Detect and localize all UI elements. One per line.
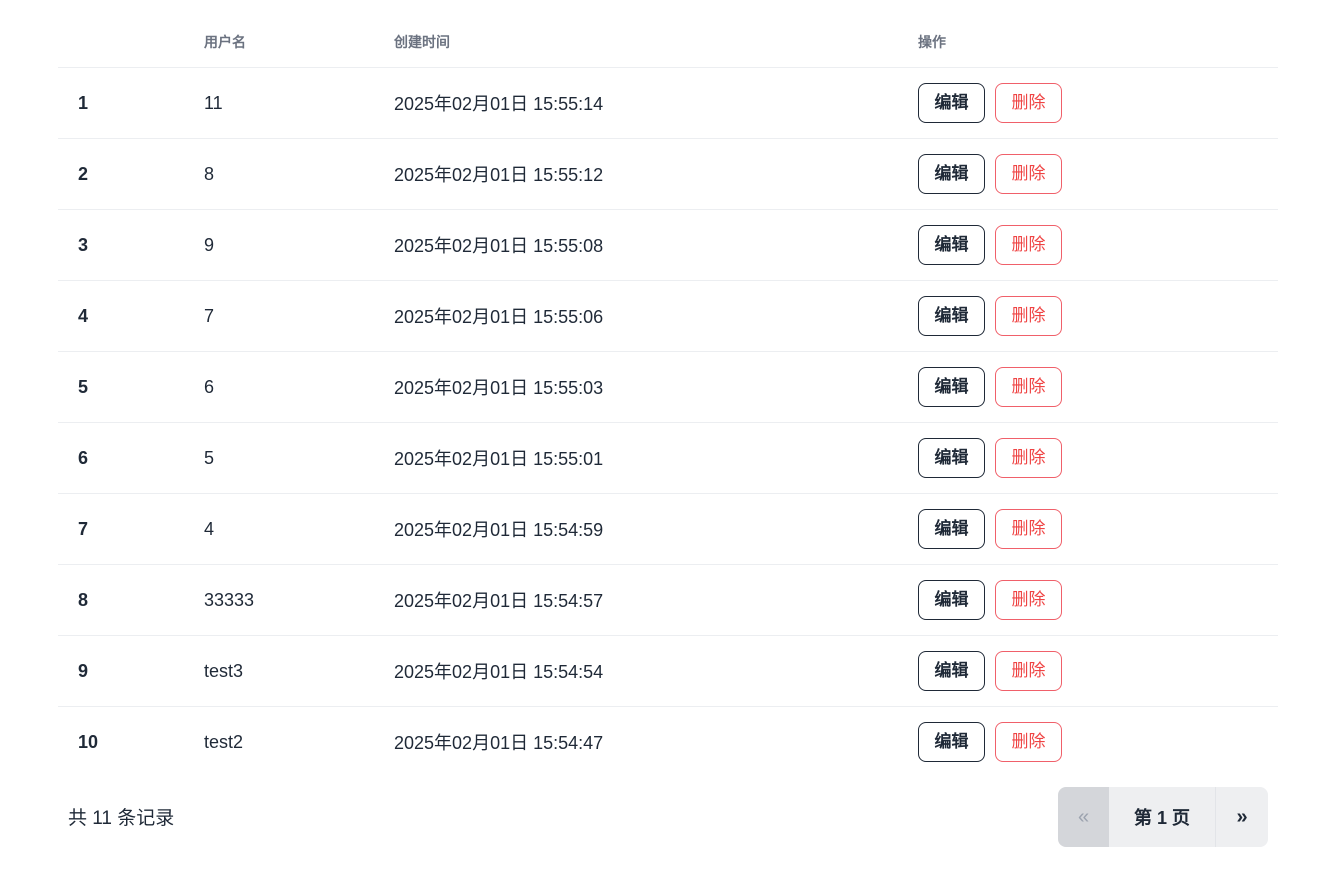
row-created-at: 2025年02月01日 15:55:08 <box>394 209 918 281</box>
row-actions: 编辑 删除 <box>918 493 1278 565</box>
table-row: 6 5 2025年02月01日 15:55:01 编辑 删除 <box>58 422 1278 494</box>
header-index <box>58 16 204 68</box>
row-actions: 编辑 删除 <box>918 138 1278 210</box>
table-row: 10 test2 2025年02月01日 15:54:47 编辑 删除 <box>58 707 1278 778</box>
current-page-indicator: 第 1 页 <box>1109 787 1216 847</box>
prev-page-button[interactable]: « <box>1058 787 1109 847</box>
row-actions: 编辑 删除 <box>918 67 1278 139</box>
pagination: « 第 1 页 » <box>1058 787 1268 847</box>
row-created-at: 2025年02月01日 15:55:14 <box>394 67 918 139</box>
row-index: 5 <box>58 351 204 423</box>
delete-button[interactable]: 删除 <box>995 296 1062 336</box>
delete-button[interactable]: 删除 <box>995 580 1062 620</box>
delete-button[interactable]: 删除 <box>995 509 1062 549</box>
total-records: 共 11 条记录 <box>68 808 175 829</box>
table-row: 3 9 2025年02月01日 15:55:08 编辑 删除 <box>58 209 1278 281</box>
row-username: test2 <box>204 731 244 752</box>
row-actions: 编辑 删除 <box>918 635 1278 707</box>
edit-button[interactable]: 编辑 <box>918 722 985 762</box>
edit-button[interactable]: 编辑 <box>918 154 985 194</box>
delete-button[interactable]: 删除 <box>995 438 1062 478</box>
row-index: 10 <box>78 731 99 752</box>
row-username: 4 <box>204 493 394 565</box>
row-username: 7 <box>204 280 394 352</box>
table-row: 4 7 2025年02月01日 15:55:06 编辑 删除 <box>58 280 1278 352</box>
row-actions: 编辑 删除 <box>918 209 1278 281</box>
edit-button[interactable]: 编辑 <box>918 580 985 620</box>
row-created-at: 2025年02月01日 15:54:59 <box>394 493 918 565</box>
table-row: 7 4 2025年02月01日 15:54:59 编辑 删除 <box>58 493 1278 565</box>
row-actions: 编辑 删除 <box>918 351 1278 423</box>
delete-button[interactable]: 删除 <box>995 367 1062 407</box>
delete-button[interactable]: 删除 <box>995 225 1062 265</box>
delete-button[interactable]: 删除 <box>995 651 1062 691</box>
table-body: 1 11 2025年02月01日 15:55:14 编辑 删除 2 8 2025年02月01日… <box>58 67 1278 778</box>
row-index: 2 <box>58 138 204 210</box>
user-table: 用户名 创建时间 操作 1 11 2025年02月01日 15:55:14 编辑 删除 2… <box>58 16 1278 777</box>
row-username: 33333 <box>204 564 394 636</box>
row-index: 6 <box>58 422 204 494</box>
row-created-at: 2025年02月01日 15:55:06 <box>394 280 918 352</box>
edit-button[interactable]: 编辑 <box>918 225 985 265</box>
next-page-button[interactable]: » <box>1216 787 1268 847</box>
row-username: 8 <box>204 138 394 210</box>
header-actions: 操作 <box>918 16 1278 68</box>
row-index: 3 <box>58 209 204 281</box>
table-header: 用户名 创建时间 操作 <box>58 16 1278 68</box>
row-created-at: 2025年02月01日 15:54:57 <box>394 564 918 636</box>
header-created-at: 创建时间 <box>394 16 918 68</box>
row-actions: 编辑 删除 <box>918 707 1278 778</box>
edit-button[interactable]: 编辑 <box>918 438 985 478</box>
table-row: 5 6 2025年02月01日 15:55:03 编辑 删除 <box>58 351 1278 423</box>
edit-button[interactable]: 编辑 <box>918 367 985 407</box>
table-row: 8 33333 2025年02月01日 15:54:57 编辑 删除 <box>58 564 1278 636</box>
row-created-at: 2025年02月01日 15:54:47 <box>394 733 604 753</box>
row-index: 7 <box>58 493 204 565</box>
row-username: 5 <box>204 422 394 494</box>
row-username: 6 <box>204 351 394 423</box>
edit-button[interactable]: 编辑 <box>918 296 985 336</box>
row-created-at: 2025年02月01日 15:55:03 <box>394 351 918 423</box>
row-created-at: 2025年02月01日 15:55:12 <box>394 138 918 210</box>
table-row: 2 8 2025年02月01日 15:55:12 编辑 删除 <box>58 138 1278 210</box>
edit-button[interactable]: 编辑 <box>918 651 985 691</box>
row-username: test3 <box>204 635 394 707</box>
row-index: 1 <box>58 67 204 139</box>
delete-button[interactable]: 删除 <box>995 722 1062 762</box>
user-table-container: 用户名 创建时间 操作 1 11 2025年02月01日 15:55:14 编辑 删除 2… <box>58 16 1278 777</box>
delete-button[interactable]: 删除 <box>995 83 1062 123</box>
table-header-row: 用户名 创建时间 操作 <box>58 16 1278 68</box>
table-footer: 共 11 条记录 « 第 1 页 » <box>58 787 1268 847</box>
table-row: 9 test3 2025年02月01日 15:54:54 编辑 删除 <box>58 635 1278 707</box>
row-actions: 编辑 删除 <box>918 422 1278 494</box>
row-index: 9 <box>58 635 204 707</box>
table-row: 1 11 2025年02月01日 15:55:14 编辑 删除 <box>58 67 1278 139</box>
row-created-at: 2025年02月01日 15:55:01 <box>394 422 918 494</box>
row-index: 4 <box>58 280 204 352</box>
row-actions: 编辑 删除 <box>918 564 1278 636</box>
delete-button[interactable]: 删除 <box>995 154 1062 194</box>
row-actions: 编辑 删除 <box>918 280 1278 352</box>
header-username: 用户名 <box>204 16 394 68</box>
row-index: 8 <box>58 564 204 636</box>
edit-button[interactable]: 编辑 <box>918 83 985 123</box>
row-created-at: 2025年02月01日 15:54:54 <box>394 635 918 707</box>
edit-button[interactable]: 编辑 <box>918 509 985 549</box>
row-username: 11 <box>204 67 394 139</box>
row-username: 9 <box>204 209 394 281</box>
